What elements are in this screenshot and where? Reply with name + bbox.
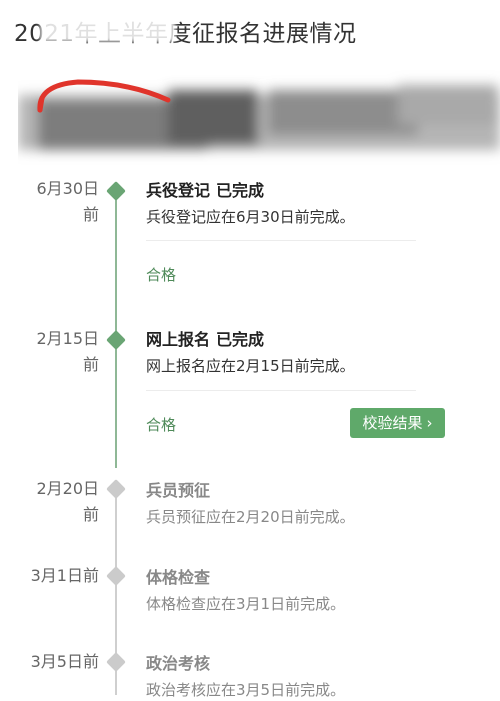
step-title: 体格检查 (146, 568, 211, 587)
step-pending-icon (106, 652, 126, 672)
step-pending-icon (106, 479, 126, 499)
step-result: 合格 (146, 266, 177, 284)
step-result: 合格 (146, 416, 177, 434)
chevron-right-icon: › (426, 414, 433, 432)
step-description: 兵役登记应在6月30日前完成。 (146, 208, 355, 226)
step-description: 兵员预征应在2月20日前完成。 (146, 508, 355, 526)
step-date: 2月15日 前 (36, 329, 99, 374)
step-date: 2月20日 前 (36, 479, 99, 524)
check-result-button[interactable]: 校验结果 › (350, 408, 445, 438)
title-redaction (40, 10, 175, 42)
step-title: 政治考核 (146, 654, 211, 673)
step-title: 兵役登记 已完成 (146, 181, 265, 200)
step-description: 体格检查应在3月1日前完成。 (146, 595, 346, 613)
divider (146, 390, 416, 391)
step-completed-icon (106, 181, 126, 201)
step-completed-icon (106, 330, 126, 350)
step-description: 网上报名应在2月15日前完成。 (146, 357, 355, 375)
step-description: 政治考核应在3月5日前完成。 (146, 681, 346, 699)
divider (146, 240, 416, 241)
step-title: 网上报名 已完成 (146, 330, 265, 349)
step-date: 6月30日 前 (36, 179, 99, 224)
redacted-personal-info (18, 70, 500, 165)
step-date: 3月5日前 (30, 652, 99, 671)
step-date: 3月1日前 (30, 566, 99, 585)
step-title: 兵员预征 (146, 481, 211, 500)
step-pending-icon (106, 566, 126, 586)
